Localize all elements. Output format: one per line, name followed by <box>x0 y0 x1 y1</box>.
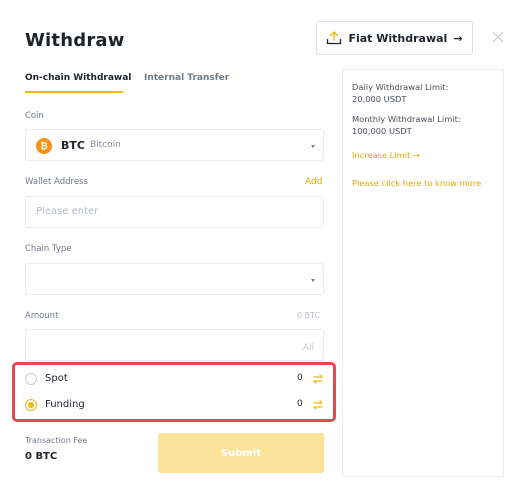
page-title: Withdraw <box>25 30 125 51</box>
funding-radio[interactable] <box>25 399 37 411</box>
spot-radio[interactable] <box>25 373 37 385</box>
active-tab-indicator <box>25 91 123 93</box>
daily-limit-value: 20,000 USDT <box>352 94 407 104</box>
spot-label: Spot <box>45 373 68 384</box>
withdraw-tabs: On-chain Withdrawal Internal Transfer <box>25 73 325 95</box>
monthly-limit-value: 100,000 USDT <box>352 126 412 136</box>
fiat-withdrawal-button[interactable]: Fiat Withdrawal → <box>316 21 473 55</box>
fiat-withdrawal-label: Fiat Withdrawal <box>348 31 448 45</box>
arrow-right-icon: → <box>453 31 463 45</box>
amount-label: Amount <box>25 311 59 321</box>
transaction-fee-value: 0 BTC <box>25 451 58 462</box>
funding-label: Funding <box>45 399 85 410</box>
coin-symbol: BTC <box>61 139 85 152</box>
wallet-option-spot[interactable]: Spot 0 <box>25 370 325 388</box>
transaction-fee-label: Transaction Fee <box>25 436 88 445</box>
coin-select[interactable]: ₿ BTC Bitcoin <box>25 129 324 161</box>
wallet-address-label: Wallet Address <box>25 177 88 187</box>
coin-label: Coin <box>25 111 44 121</box>
wallet-address-placeholder: Please enter <box>36 206 99 217</box>
add-address-link[interactable]: Add <box>305 177 322 187</box>
chain-type-select[interactable] <box>25 263 324 295</box>
withdrawal-limits-panel: Daily Withdrawal Limit: 20,000 USDT Mont… <box>342 69 504 477</box>
upload-icon <box>327 31 342 45</box>
daily-limit-label: Daily Withdrawal Limit: <box>352 82 449 92</box>
chain-type-label: Chain Type <box>25 244 72 254</box>
tab-on-chain-withdrawal[interactable]: On-chain Withdrawal <box>25 73 131 83</box>
know-more-link[interactable]: Please click here to know more <box>352 178 481 188</box>
chevron-down-icon <box>311 145 315 148</box>
funding-balance: 0 <box>297 399 303 409</box>
chevron-down-icon <box>311 279 315 282</box>
wallet-address-input[interactable]: Please enter <box>25 196 324 228</box>
close-icon[interactable] <box>492 31 504 43</box>
amount-all-button[interactable]: All <box>303 343 314 353</box>
amount-input[interactable]: All <box>25 329 324 361</box>
bitcoin-icon: ₿ <box>36 138 52 154</box>
amount-balance: 0 BTC <box>297 311 321 320</box>
increase-limit-link[interactable]: Increase Limit → <box>352 150 420 160</box>
wallet-option-funding[interactable]: Funding 0 <box>25 396 325 414</box>
transfer-icon[interactable] <box>312 399 324 411</box>
spot-balance: 0 <box>297 373 303 383</box>
transfer-icon[interactable] <box>312 373 324 385</box>
monthly-limit-label: Monthly Withdrawal Limit: <box>352 114 461 124</box>
tab-internal-transfer[interactable]: Internal Transfer <box>144 73 229 83</box>
submit-button[interactable]: Submit <box>158 433 324 473</box>
coin-name: Bitcoin <box>90 140 121 150</box>
